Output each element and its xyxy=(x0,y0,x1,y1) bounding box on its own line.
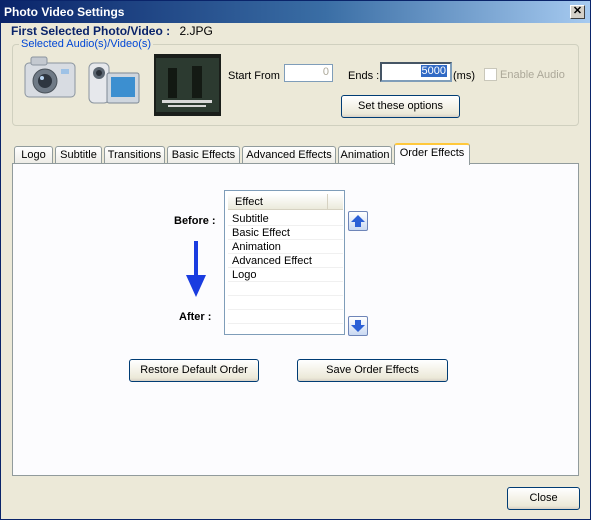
up-arrow-icon xyxy=(351,215,365,227)
move-down-button[interactable] xyxy=(348,316,368,336)
window-title: Photo Video Settings xyxy=(4,5,125,19)
photo-video-settings-window: Photo Video Settings ✕ First Selected Ph… xyxy=(0,0,591,520)
save-order-effects-button[interactable]: Save Order Effects xyxy=(297,359,448,382)
list-item[interactable]: Basic Effect xyxy=(228,226,343,240)
camcorder-icon[interactable] xyxy=(85,55,143,111)
restore-default-order-button[interactable]: Restore Default Order xyxy=(129,359,259,382)
tab-order-effects[interactable]: Order Effects xyxy=(394,143,470,165)
first-selected-label: First Selected Photo/Video : xyxy=(11,24,171,38)
start-from-input[interactable]: 0 xyxy=(284,64,333,82)
down-arrow-icon xyxy=(186,241,206,297)
start-from-label: Start From : xyxy=(228,70,287,82)
video-preview-thumbnail[interactable] xyxy=(154,54,221,116)
close-button[interactable]: Close xyxy=(507,487,580,510)
tab-transitions[interactable]: Transitions xyxy=(104,146,165,164)
after-label: After : xyxy=(179,311,212,323)
enable-audio-checkbox[interactable] xyxy=(484,68,497,81)
tab-animation[interactable]: Animation xyxy=(338,146,392,164)
tab-subtitle[interactable]: Subtitle xyxy=(55,146,102,164)
list-item[interactable]: Subtitle xyxy=(228,212,343,226)
title-bar: Photo Video Settings ✕ xyxy=(1,1,590,23)
down-small-arrow-icon xyxy=(351,320,365,332)
enable-audio-label: Enable Audio xyxy=(500,69,565,81)
list-item[interactable]: Advanced Effect xyxy=(228,254,343,268)
ends-input[interactable]: 5000 xyxy=(380,62,452,82)
close-window-icon[interactable]: ✕ xyxy=(570,5,585,19)
empty-row xyxy=(228,310,343,324)
empty-row xyxy=(228,296,343,310)
audio-video-legend: Selected Audio(s)/Video(s) xyxy=(19,38,154,50)
ends-unit: (ms) xyxy=(453,70,475,82)
camera-icon[interactable] xyxy=(21,53,79,103)
first-selected-row: First Selected Photo/Video : 2.JPG xyxy=(11,24,213,38)
list-item[interactable]: Logo xyxy=(228,268,343,282)
tab-basic-effects[interactable]: Basic Effects xyxy=(167,146,240,164)
ends-value: 5000 xyxy=(420,65,447,77)
move-up-button[interactable] xyxy=(348,211,368,231)
tab-advanced-effects[interactable]: Advanced Effects xyxy=(242,146,336,164)
effect-column-header[interactable]: Effect xyxy=(228,194,327,210)
ends-label: Ends : xyxy=(348,70,380,82)
empty-row xyxy=(228,282,343,296)
first-selected-value: 2.JPG xyxy=(179,24,213,38)
set-options-button[interactable]: Set these options xyxy=(341,95,460,118)
tab-logo[interactable]: Logo xyxy=(14,146,53,164)
list-item[interactable]: Animation xyxy=(228,240,343,254)
effect-header-filler xyxy=(327,194,343,210)
before-label: Before : xyxy=(174,215,216,227)
